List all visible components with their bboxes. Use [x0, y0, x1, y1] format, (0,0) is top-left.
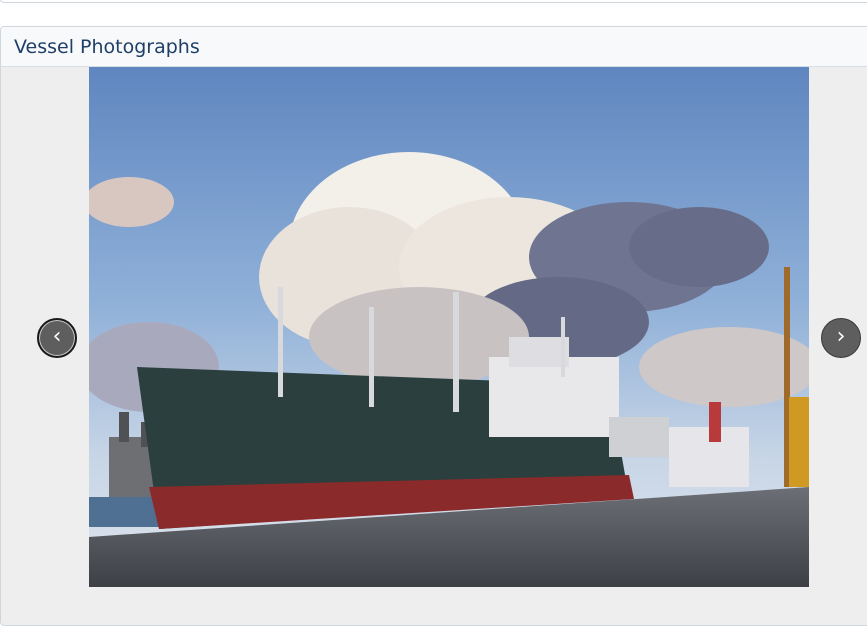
chevron-right-icon: ›	[836, 324, 846, 349]
chevron-left-icon: ‹	[52, 324, 62, 349]
vessel-photo	[89, 67, 809, 587]
panel-title: Vessel Photographs	[14, 35, 200, 58]
previous-section-card	[0, 0, 867, 3]
vessel-photographs-panel: Vessel Photographs ‹ ›	[0, 26, 867, 626]
panel-header: Vessel Photographs	[1, 27, 867, 67]
carousel-prev-button[interactable]: ‹	[37, 318, 77, 358]
photo-carousel[interactable]: ‹ ›	[1, 67, 867, 625]
carousel-next-button[interactable]: ›	[821, 318, 861, 358]
